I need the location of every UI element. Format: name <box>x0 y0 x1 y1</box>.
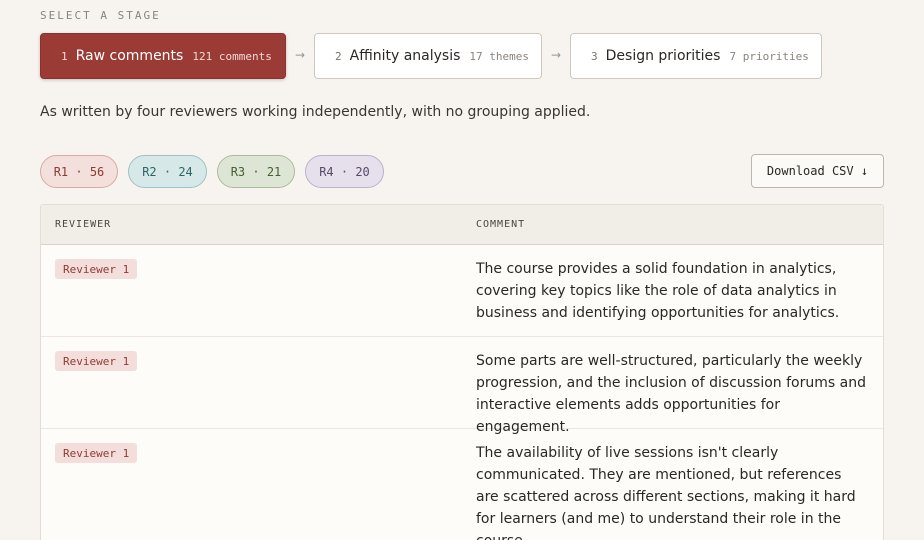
reviewer-tag: Reviewer 1 <box>55 443 138 463</box>
arrow-right-icon: → <box>295 48 306 62</box>
download-csv-button[interactable]: Download CSV ↓ <box>751 154 884 188</box>
stage-number: 1 <box>61 49 68 63</box>
reviewer-tag: Reviewer 1 <box>55 351 138 371</box>
stage-count: 7 priorities <box>729 49 809 63</box>
filter-pill-r1[interactable]: R1 · 56 <box>40 155 118 188</box>
table-row: Reviewer 1 The availability of live sess… <box>41 429 883 540</box>
table-row: Reviewer 1 Some parts are well-structure… <box>41 337 883 435</box>
stage-count: 17 themes <box>469 49 530 63</box>
page: SELECT A STAGE 1 Raw comments 121 commen… <box>0 0 924 540</box>
column-header-comment[interactable]: COMMENT <box>476 219 525 230</box>
stage-raw-comments[interactable]: 1 Raw comments 121 comments <box>40 33 286 79</box>
stage-name: Affinity analysis <box>349 48 461 64</box>
stage-number: 3 <box>591 49 598 63</box>
comment-text: The availability of live sessions isn't … <box>476 445 856 540</box>
stage-name: Raw comments <box>75 48 184 64</box>
column-header-reviewer[interactable]: REVIEWER <box>55 219 111 230</box>
stage-design-priorities[interactable]: 3 Design priorities 7 priorities <box>570 33 822 79</box>
reviewer-tag: Reviewer 1 <box>55 259 138 279</box>
stage-count: 121 comments <box>192 49 272 63</box>
section-label: SELECT A STAGE <box>40 9 161 22</box>
filter-pill-r2[interactable]: R2 · 24 <box>128 155 207 188</box>
stage-description: As written by four reviewers working ind… <box>40 104 591 120</box>
comment-text: The course provides a solid foundation i… <box>476 261 840 321</box>
table-header: REVIEWER COMMENT <box>41 205 883 245</box>
arrow-right-icon: → <box>551 48 562 62</box>
stage-affinity-analysis[interactable]: 2 Affinity analysis 17 themes <box>314 33 542 79</box>
table-row: Reviewer 1 The course provides a solid f… <box>41 245 883 337</box>
stage-name: Design priorities <box>605 48 721 64</box>
comment-text: Some parts are well-structured, particul… <box>476 353 866 435</box>
comments-table: REVIEWER COMMENT Reviewer 1 The course p… <box>40 204 884 540</box>
filter-pill-r4[interactable]: R4 · 20 <box>305 155 384 188</box>
stage-number: 2 <box>335 49 342 63</box>
filter-pill-r3[interactable]: R3 · 21 <box>217 155 295 188</box>
